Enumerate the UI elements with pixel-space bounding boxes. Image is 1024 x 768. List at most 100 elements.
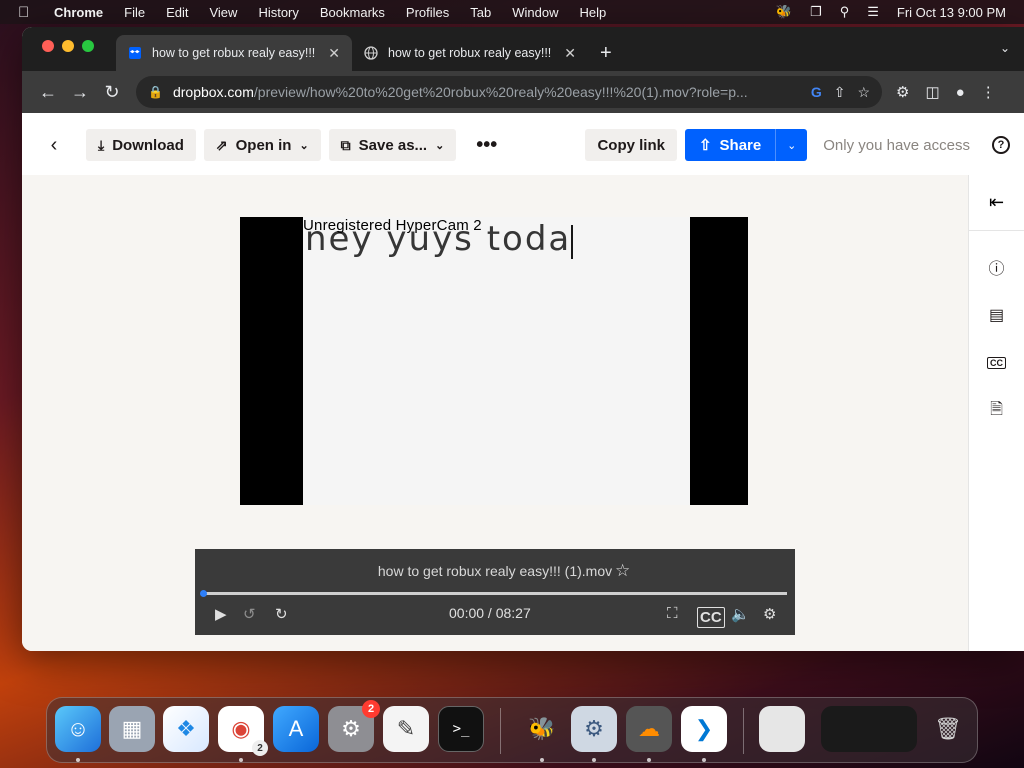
close-tab-icon[interactable]: ✕ — [328, 45, 340, 62]
bookmark-star-icon[interactable]: ☆ — [857, 84, 870, 101]
extensions-icon[interactable]: ⚙ — [896, 83, 909, 101]
menu-edit[interactable]: Edit — [166, 5, 188, 20]
side-panel-icon[interactable]: ◫ — [925, 83, 939, 101]
share-button[interactable]: ⇧ Share — [684, 129, 776, 161]
video-frame-content: ney yuys toda Unregistered HyperCam 2 — [303, 217, 690, 505]
more-options-icon[interactable]: ••• — [476, 134, 497, 157]
downloader-icon[interactable]: ☁ — [626, 706, 672, 752]
menu-bookmarks[interactable]: Bookmarks — [320, 5, 385, 20]
access-status[interactable]: Only you have access — [823, 137, 970, 154]
chrome-badge: 2 — [252, 740, 268, 756]
control-row: ▶ ↺ ↻ 00:00 / 08:27 ⛶ CC 🔈 ⚙ — [195, 605, 795, 628]
menu-help[interactable]: Help — [580, 5, 607, 20]
menu-extras: 🐝 ❐ ⚲ ☰ Fri Oct 13 9:00 PM — [776, 4, 1006, 20]
chevron-down-icon: ⌄ — [787, 139, 797, 152]
collapse-sidebar-icon[interactable]: ⇤ — [969, 175, 1024, 231]
window-controls — [42, 40, 94, 52]
minimize-window-button[interactable] — [62, 40, 74, 52]
captions-icon[interactable]: CC — [969, 339, 1024, 387]
dropbox-header: ‹ ⤓ Download ⇗ Open in ⌄ ⧉ Save as... ⌄ … — [22, 113, 1024, 178]
menu-bar:  Chrome File Edit View History Bookmark… — [0, 0, 1024, 24]
control-center-icon[interactable]: ☰ — [867, 4, 879, 20]
video-file-name: how to get robux realy easy!!! (1).mov — [377, 563, 613, 579]
settings-app-icon[interactable]: ⚙ — [571, 706, 617, 752]
tab-title: how to get robux realy easy!!! — [152, 46, 316, 60]
browser-window: how to get robux realy easy!!! ✕ how to … — [22, 27, 1024, 651]
comment-icon[interactable]: ▤ — [969, 291, 1024, 339]
tab-search-icon[interactable]: ⌄ — [1000, 41, 1010, 55]
apple-menu-icon[interactable]:  — [18, 4, 34, 21]
running-indicator — [647, 758, 651, 762]
copy-link-button[interactable]: Copy link — [585, 129, 677, 161]
forward-arrow-icon[interactable]: → — [64, 82, 96, 103]
lock-icon[interactable]: 🔒 — [148, 85, 163, 99]
forward-10-icon[interactable]: ↻ — [275, 605, 288, 623]
address-bar[interactable]: 🔒 dropbox.com /preview/how%20to%20get%20… — [136, 76, 882, 108]
menu-clock[interactable]: Fri Oct 13 9:00 PM — [897, 5, 1006, 20]
help-icon[interactable]: ? — [992, 136, 1010, 154]
fullscreen-icon[interactable]: ⛶ — [667, 605, 678, 622]
settings-badge: 2 — [362, 700, 380, 718]
back-arrow-icon[interactable]: ← — [32, 82, 64, 103]
share-dropdown-button[interactable]: ⌄ — [775, 129, 808, 161]
video-time: 00:00 / 08:27 — [449, 605, 531, 621]
download-button[interactable]: ⤓ Download — [86, 129, 196, 161]
screen-mirroring-icon[interactable]: ❐ — [810, 4, 822, 20]
external-link-icon: ⇗ — [215, 136, 228, 153]
tab-second[interactable]: how to get robux realy easy!!! ✕ — [352, 35, 588, 71]
bee-status-icon[interactable]: 🐝 — [776, 4, 792, 20]
profile-avatar-icon[interactable]: ● — [956, 84, 965, 101]
file-activity-icon[interactable]: 🗎 — [969, 387, 1024, 435]
minimized-windows-icon[interactable] — [821, 706, 917, 752]
closed-captions-icon[interactable]: CC — [697, 607, 725, 628]
close-window-button[interactable] — [42, 40, 54, 52]
download-label: Download — [112, 136, 184, 154]
safari-icon[interactable]: ❖ — [163, 706, 209, 752]
chevron-down-icon: ⌄ — [435, 139, 445, 152]
menu-app-name[interactable]: Chrome — [54, 5, 103, 20]
google-lens-icon[interactable]: G — [811, 84, 822, 100]
back-chevron-icon[interactable]: ‹ — [36, 134, 72, 157]
settings-gear-icon[interactable]: ⚙ — [763, 605, 776, 623]
menu-file[interactable]: File — [124, 5, 145, 20]
trash-icon[interactable]: 🗑 — [925, 706, 971, 752]
copy-link-label: Copy link — [597, 136, 665, 154]
finder-icon[interactable]: ☺ — [55, 706, 101, 752]
video-progress-bar[interactable] — [200, 590, 787, 597]
play-icon[interactable]: ▶ — [215, 605, 227, 623]
running-indicator — [76, 758, 80, 762]
tab-dropbox[interactable]: how to get robux realy easy!!! ✕ — [116, 35, 352, 71]
menu-window[interactable]: Window — [512, 5, 558, 20]
info-icon[interactable]: ⓘ — [969, 243, 1024, 291]
close-tab-icon[interactable]: ✕ — [564, 45, 576, 62]
textedit-icon[interactable]: ✎ — [383, 706, 429, 752]
star-icon[interactable]: ☆ — [615, 561, 630, 581]
reload-icon[interactable]: ↻ — [96, 82, 128, 103]
chevron-down-icon: ⌄ — [299, 139, 309, 152]
terminal-icon[interactable]: >_ — [438, 706, 484, 752]
app-store-icon[interactable]: A — [273, 706, 319, 752]
save-as-button[interactable]: ⧉ Save as... ⌄ — [328, 129, 457, 161]
new-tab-button[interactable]: + — [600, 35, 612, 71]
chrome-icon[interactable]: ◉ 2 — [218, 706, 268, 756]
menu-profiles[interactable]: Profiles — [406, 5, 449, 20]
menu-view[interactable]: View — [209, 5, 237, 20]
browser-menu-icon[interactable]: ⋮ — [981, 83, 996, 101]
preview-area: ney yuys toda Unregistered HyperCam 2 ho… — [22, 175, 968, 651]
open-in-button[interactable]: ⇗ Open in ⌄ — [203, 129, 321, 161]
share-page-icon[interactable]: ⇧ — [834, 84, 846, 101]
launchpad-icon[interactable]: ▦ — [109, 706, 155, 752]
video-player[interactable]: ney yuys toda Unregistered HyperCam 2 — [240, 217, 748, 505]
fullscreen-window-button[interactable] — [82, 40, 94, 52]
rewind-10-icon[interactable]: ↺ — [243, 605, 256, 623]
volume-icon[interactable]: 🔈 — [731, 605, 750, 623]
download-icon: ⤓ — [98, 136, 105, 153]
progress-knob[interactable] — [200, 590, 207, 597]
menu-tab[interactable]: Tab — [470, 5, 491, 20]
vscode-icon[interactable]: ❯ — [681, 706, 727, 752]
menu-history[interactable]: History — [258, 5, 298, 20]
preview-thumbnail-icon[interactable] — [759, 706, 805, 752]
bee-app-icon[interactable]: 🐝 — [519, 706, 565, 752]
spotlight-search-icon[interactable]: ⚲ — [840, 4, 850, 20]
system-settings-icon[interactable]: ⚙ 2 — [328, 700, 380, 752]
